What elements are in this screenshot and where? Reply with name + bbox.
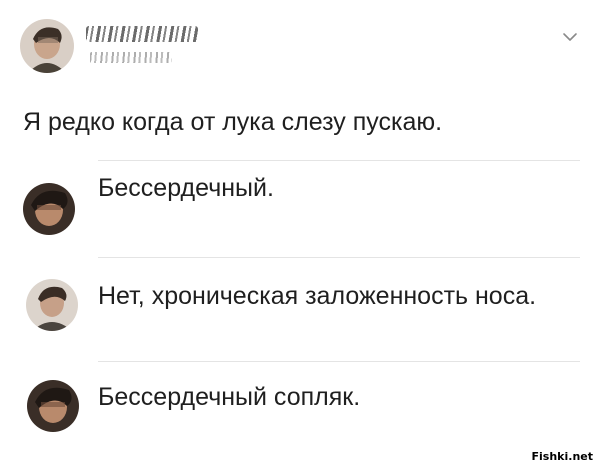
reply-avatar[interactable] bbox=[23, 183, 75, 235]
post-text: Я редко когда от лука слезу пускаю. bbox=[23, 108, 443, 136]
chevron-down-icon[interactable] bbox=[562, 30, 578, 42]
reply-avatar[interactable] bbox=[26, 279, 78, 331]
reply-text: Бессердечный. bbox=[98, 174, 274, 202]
divider bbox=[98, 361, 580, 362]
post-author-handle[interactable] bbox=[90, 52, 172, 63]
reply-avatar[interactable] bbox=[27, 380, 79, 432]
reply-text: Бессердечный сопляк. bbox=[98, 383, 361, 411]
divider bbox=[98, 257, 580, 258]
watermark: Fishki.net bbox=[528, 449, 596, 464]
post-author-avatar[interactable] bbox=[20, 19, 74, 73]
reply-text: Нет, хроническая заложенность носа. bbox=[98, 282, 537, 310]
post-author-name[interactable] bbox=[86, 26, 198, 42]
divider bbox=[98, 160, 580, 161]
